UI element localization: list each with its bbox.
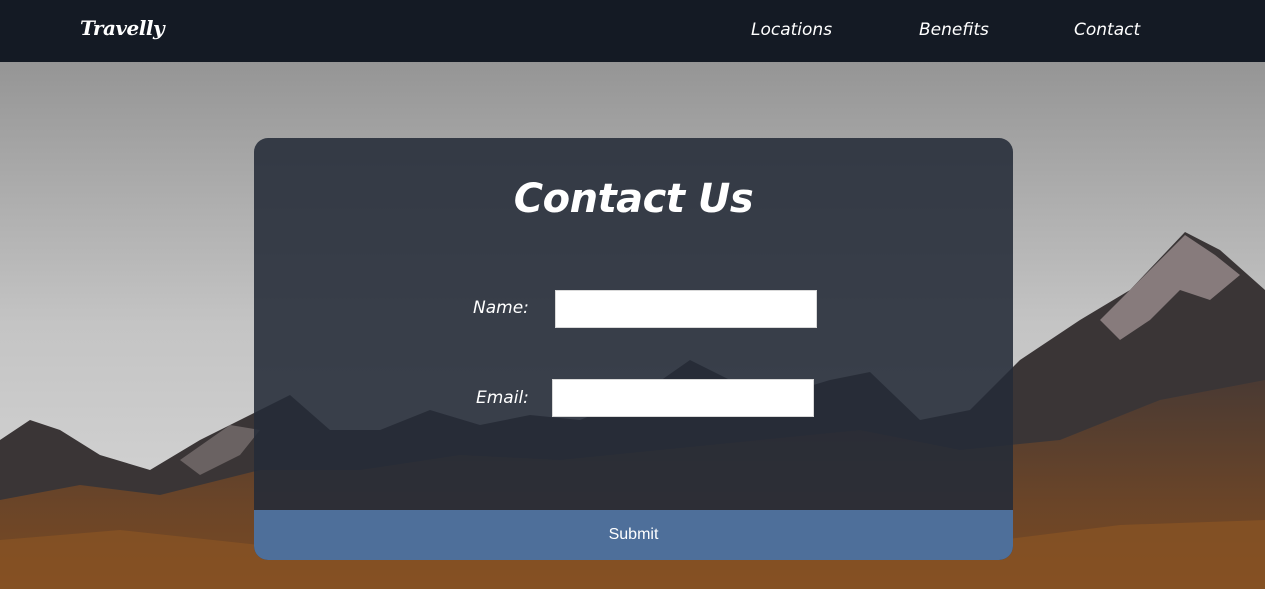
nav-link-contact[interactable]: Contact (1074, 20, 1140, 40)
name-input[interactable] (555, 290, 817, 328)
navbar: Travelly Locations Benefits Contact (0, 0, 1265, 62)
page: Travelly Locations Benefits Contact Cont… (0, 0, 1265, 589)
name-label: Name: (473, 298, 529, 318)
contact-form-card: Contact Us Name: Email: Submit (254, 138, 1013, 560)
logo[interactable]: Travelly (80, 16, 165, 40)
contact-form-title: Contact Us (513, 176, 754, 222)
nav-link-benefits[interactable]: Benefits (919, 20, 989, 40)
nav-link-locations[interactable]: Locations (751, 20, 832, 40)
email-label: Email: (476, 388, 529, 408)
email-input[interactable] (552, 379, 814, 417)
submit-button[interactable]: Submit (254, 510, 1013, 560)
